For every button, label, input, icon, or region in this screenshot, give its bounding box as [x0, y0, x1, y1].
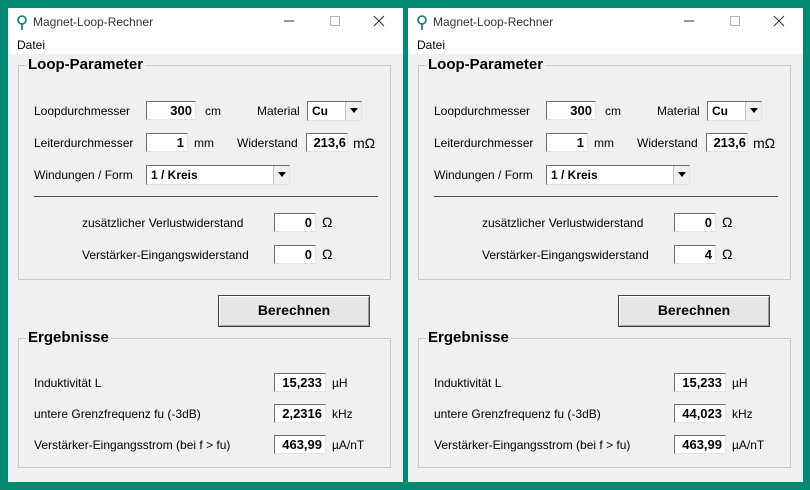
turns-select[interactable]: 1 / Kreis: [546, 165, 690, 185]
title-bar[interactable]: Magnet-Loop-Rechner: [408, 8, 803, 36]
conductor-unit: mm: [594, 136, 614, 150]
material-select-value: Cu: [712, 104, 728, 118]
amp-input-unit: Ω: [322, 246, 333, 262]
resistance-label: Widerstand: [237, 136, 298, 150]
inductance-value: 15,233: [274, 373, 326, 392]
cutoff-value: 44,023: [674, 404, 726, 423]
cutoff-unit: kHz: [332, 407, 353, 421]
extra-loss-input[interactable]: 0: [674, 213, 716, 232]
extra-loss-input[interactable]: 0: [274, 213, 316, 232]
amp-input-input[interactable]: 0: [274, 245, 316, 264]
turns-label: Windungen / Form: [434, 168, 533, 182]
resistance-label: Widerstand: [637, 136, 698, 150]
loop-parameters-group: Loop-Parameter Loopdurchmesser 300 cm Ma…: [18, 56, 391, 280]
turns-select-value: 1 / Kreis: [551, 168, 598, 182]
conductor-label: Leiterdurchmesser: [434, 136, 534, 150]
inductance-label: Induktivität L: [34, 376, 102, 390]
chevron-down-icon[interactable]: [273, 166, 289, 184]
inductance-unit: µH: [332, 376, 348, 390]
menu-bar: Datei: [8, 36, 403, 54]
app-loop-icon: [417, 15, 427, 30]
inductance-unit: µH: [732, 376, 748, 390]
material-select[interactable]: Cu: [707, 101, 762, 121]
resistance-unit: mΩ: [753, 135, 776, 151]
menu-bar: Datei: [408, 36, 803, 54]
group-title-results: Ergebnisse: [426, 329, 511, 346]
amp-input-label: Verstärker-Eingangswiderstand: [82, 248, 249, 262]
diameter-unit: cm: [605, 104, 621, 118]
resistance-unit: mΩ: [353, 135, 376, 151]
resistance-display: 213,6: [706, 133, 748, 152]
window-right: Magnet-Loop-Rechner Datei Loop-Parameter…: [408, 8, 803, 482]
amp-input-input[interactable]: 4: [674, 245, 716, 264]
results-group: Ergebnisse Induktivität L 15,233 µH unte…: [418, 329, 791, 468]
maximize-icon[interactable]: [328, 14, 342, 28]
chevron-down-icon[interactable]: [673, 166, 689, 184]
separator: [434, 196, 778, 197]
results-group: Ergebnisse Induktivität L 15,233 µH unte…: [18, 329, 391, 468]
chevron-down-icon[interactable]: [345, 102, 361, 120]
material-label: Material: [657, 104, 700, 118]
calculate-button[interactable]: Berechnen: [218, 295, 370, 327]
window-left: Magnet-Loop-Rechner Datei Loop-Parameter…: [8, 8, 403, 482]
cutoff-label: untere Grenzfrequenz fu (-3dB): [434, 407, 601, 421]
diameter-input[interactable]: 300: [546, 101, 596, 120]
cutoff-value: 2,2316: [274, 404, 326, 423]
group-title-results: Ergebnisse: [26, 329, 111, 346]
minimize-icon[interactable]: [682, 14, 696, 28]
conductor-input[interactable]: 1: [546, 133, 588, 152]
maximize-icon[interactable]: [728, 14, 742, 28]
cutoff-label: untere Grenzfrequenz fu (-3dB): [34, 407, 201, 421]
menu-file[interactable]: Datei: [417, 38, 445, 52]
turns-label: Windungen / Form: [34, 168, 133, 182]
extra-loss-label: zusätzlicher Verlustwiderstand: [82, 216, 244, 230]
app-loop-icon: [17, 15, 27, 30]
diameter-label: Loopdurchmesser: [434, 104, 531, 118]
material-label: Material: [257, 104, 300, 118]
inductance-label: Induktivität L: [434, 376, 502, 390]
diameter-label: Loopdurchmesser: [34, 104, 131, 118]
menu-file[interactable]: Datei: [17, 38, 45, 52]
chevron-down-icon[interactable]: [745, 102, 761, 120]
cutoff-unit: kHz: [732, 407, 753, 421]
amp-input-label: Verstärker-Eingangswiderstand: [482, 248, 649, 262]
resistance-display: 213,6: [306, 133, 348, 152]
diameter-input[interactable]: 300: [146, 101, 196, 120]
group-title-parameters: Loop-Parameter: [426, 56, 546, 73]
separator: [34, 196, 378, 197]
minimize-icon[interactable]: [282, 14, 296, 28]
current-value: 463,99: [274, 435, 326, 454]
extra-loss-unit: Ω: [722, 214, 733, 230]
conductor-unit: mm: [194, 136, 214, 150]
current-label: Verstärker-Eingangsstrom (bei f > fu): [34, 438, 231, 452]
current-value: 463,99: [674, 435, 726, 454]
current-unit: µA/nT: [732, 438, 765, 452]
loop-parameters-group: Loop-Parameter Loopdurchmesser 300 cm Ma…: [418, 56, 791, 280]
turns-select-value: 1 / Kreis: [151, 168, 198, 182]
extra-loss-label: zusätzlicher Verlustwiderstand: [482, 216, 644, 230]
material-select-value: Cu: [312, 104, 328, 118]
conductor-label: Leiterdurchmesser: [34, 136, 134, 150]
close-icon[interactable]: [372, 14, 386, 28]
title-bar[interactable]: Magnet-Loop-Rechner: [8, 8, 403, 36]
inductance-value: 15,233: [674, 373, 726, 392]
turns-select[interactable]: 1 / Kreis: [146, 165, 290, 185]
extra-loss-unit: Ω: [322, 214, 333, 230]
calculate-button[interactable]: Berechnen: [618, 295, 770, 327]
current-unit: µA/nT: [332, 438, 365, 452]
amp-input-unit: Ω: [722, 246, 733, 262]
diameter-unit: cm: [205, 104, 221, 118]
group-title-parameters: Loop-Parameter: [26, 56, 146, 73]
material-select[interactable]: Cu: [307, 101, 362, 121]
window-title: Magnet-Loop-Rechner: [433, 15, 554, 29]
close-icon[interactable]: [772, 14, 786, 28]
current-label: Verstärker-Eingangsstrom (bei f > fu): [434, 438, 631, 452]
conductor-input[interactable]: 1: [146, 133, 188, 152]
window-title: Magnet-Loop-Rechner: [33, 15, 154, 29]
